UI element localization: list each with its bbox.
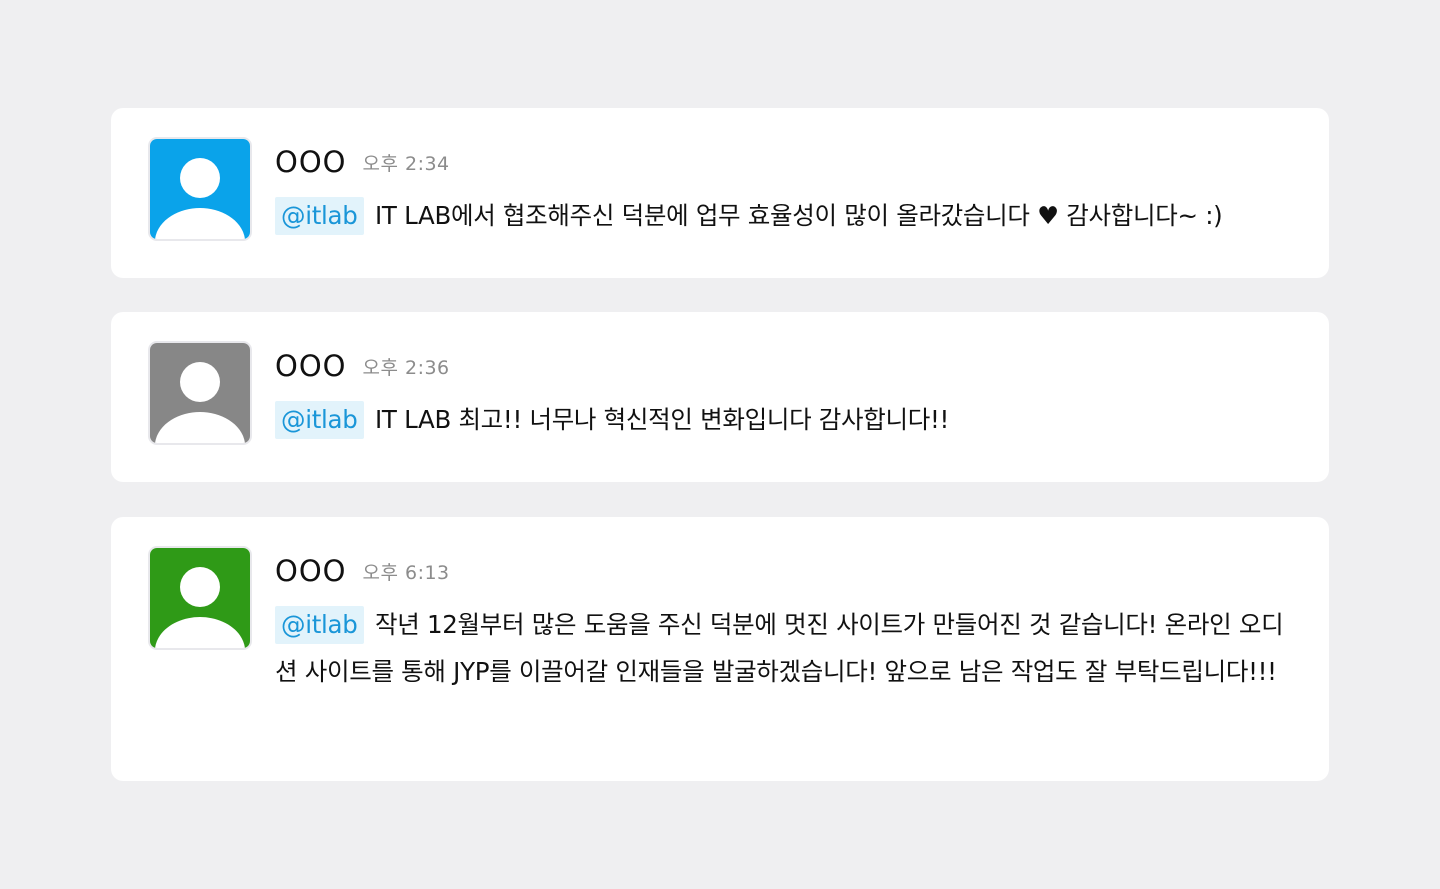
user-silhouette-icon bbox=[150, 343, 250, 443]
comment-header: OOO 오후 6:13 bbox=[275, 553, 450, 589]
comment-card: OOO 오후 2:34 @itlab IT LAB에서 협조해주신 덕분에 업무… bbox=[111, 108, 1329, 278]
timestamp: 오후 6:13 bbox=[362, 561, 450, 584]
comment-card: OOO 오후 6:13 @itlab 작년 12월부터 많은 도움을 주신 덕분… bbox=[111, 517, 1329, 781]
author-name[interactable]: OOO bbox=[275, 349, 346, 383]
mention-tag[interactable]: @itlab bbox=[275, 606, 364, 644]
comment-text: IT LAB 최고!! 너무나 혁신적인 변화입니다 감사합니다!! bbox=[375, 405, 950, 434]
avatar[interactable] bbox=[150, 343, 250, 443]
mention-tag[interactable]: @itlab bbox=[275, 197, 364, 235]
comment-text: IT LAB에서 협조해주신 덕분에 업무 효율성이 많이 올라갔습니다 ♥ 감… bbox=[375, 201, 1223, 230]
user-silhouette-icon bbox=[150, 548, 250, 648]
comment-header: OOO 오후 2:36 bbox=[275, 348, 450, 384]
comment-message: @itlab 작년 12월부터 많은 도움을 주신 덕분에 멋진 사이트가 만들… bbox=[275, 601, 1305, 695]
mention-tag[interactable]: @itlab bbox=[275, 401, 364, 439]
avatar[interactable] bbox=[150, 548, 250, 648]
comment-text: 작년 12월부터 많은 도움을 주신 덕분에 멋진 사이트가 만들어진 것 같습… bbox=[275, 610, 1284, 686]
user-silhouette-icon bbox=[150, 139, 250, 239]
comment-message: @itlab IT LAB에서 협조해주신 덕분에 업무 효율성이 많이 올라갔… bbox=[275, 192, 1305, 239]
author-name[interactable]: OOO bbox=[275, 145, 346, 179]
comment-card: OOO 오후 2:36 @itlab IT LAB 최고!! 너무나 혁신적인 … bbox=[111, 312, 1329, 482]
comment-message: @itlab IT LAB 최고!! 너무나 혁신적인 변화입니다 감사합니다!… bbox=[275, 396, 1305, 443]
author-name[interactable]: OOO bbox=[275, 554, 346, 588]
avatar[interactable] bbox=[150, 139, 250, 239]
comment-header: OOO 오후 2:34 bbox=[275, 144, 450, 180]
timestamp: 오후 2:36 bbox=[362, 356, 450, 379]
timestamp: 오후 2:34 bbox=[362, 152, 450, 175]
